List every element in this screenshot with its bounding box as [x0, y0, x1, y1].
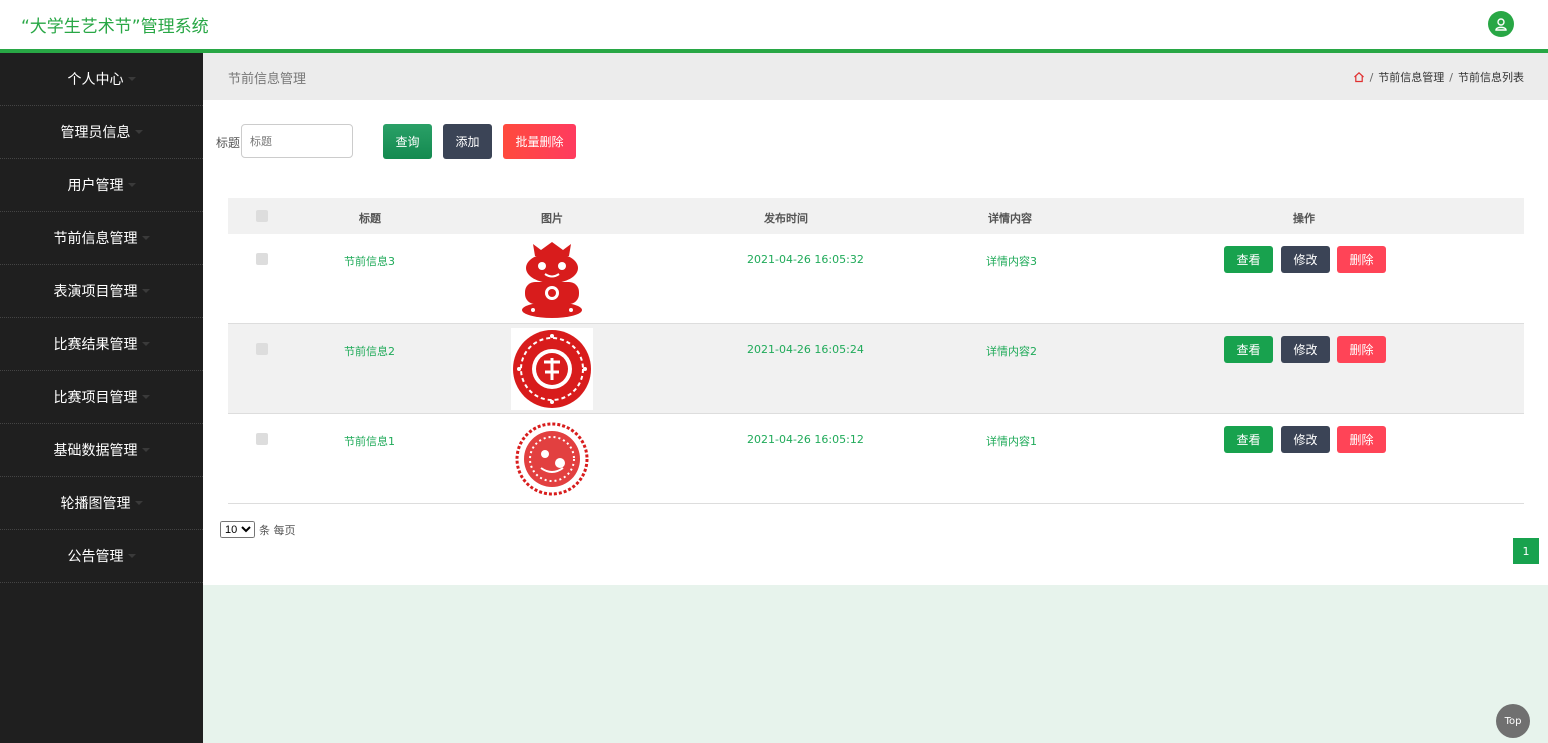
row-publish-time: 2021-04-26 16:05:24: [747, 343, 864, 356]
column-header-time: 发布时间: [764, 212, 808, 225]
sidebar-item-announcements[interactable]: 公告管理: [0, 530, 203, 583]
column-header-actions: 操作: [1293, 212, 1315, 225]
sidebar-item-contest-items[interactable]: 比赛项目管理: [0, 371, 203, 424]
row-title: 节前信息3: [344, 255, 395, 268]
column-header-title: 标题: [359, 212, 381, 225]
row-detail: 详情内容2: [986, 345, 1037, 358]
column-header-image: 图片: [541, 212, 563, 225]
table-row: 节前信息3 2021-04-26 16:05:32 详情内容3 查看 修改 删除: [228, 234, 1524, 324]
search-input[interactable]: [241, 124, 353, 158]
row-publish-time: 2021-04-26 16:05:32: [747, 253, 864, 266]
page-size-suffix: 条 每页: [259, 523, 296, 537]
content-panel: 节前信息管理 / 节前信息管理 / 节前信息列表 标题 查询 添加 批量删除 标…: [203, 53, 1548, 585]
view-button[interactable]: 查看: [1224, 336, 1273, 363]
sidebar-item-carousel[interactable]: 轮播图管理: [0, 477, 203, 530]
search-label: 标题: [216, 136, 241, 150]
user-icon: [1495, 18, 1507, 31]
user-avatar[interactable]: [1488, 11, 1514, 37]
row-publish-time: 2021-04-26 16:05:12: [747, 433, 864, 446]
sidebar-item-contest-results[interactable]: 比赛结果管理: [0, 318, 203, 371]
sidebar-item-base-data[interactable]: 基础数据管理: [0, 424, 203, 477]
breadcrumb-bar: 节前信息管理 / 节前信息管理 / 节前信息列表: [203, 53, 1548, 100]
main-area: 节前信息管理 / 节前信息管理 / 节前信息列表 标题 查询 添加 批量删除 标…: [203, 53, 1548, 743]
paper-cut-image: [511, 238, 593, 320]
row-checkbox[interactable]: [256, 343, 268, 355]
sidebar-item-personal-center[interactable]: 个人中心: [0, 53, 203, 106]
caret-down-icon: [141, 342, 150, 346]
row-title: 节前信息1: [344, 435, 395, 448]
table-row: 节前信息2 2021-04-26 16:05:24 详情内容2 查看 修改 删除: [228, 324, 1524, 414]
delete-button[interactable]: 删除: [1337, 426, 1386, 453]
caret-down-icon: [134, 501, 143, 505]
breadcrumb-separator: /: [1449, 70, 1453, 84]
breadcrumb: / 节前信息管理 / 节前信息列表: [1353, 69, 1524, 85]
app-title: “大学生艺术节”管理系统: [21, 17, 209, 37]
query-button[interactable]: 查询: [383, 124, 432, 159]
caret-down-icon: [141, 395, 150, 399]
delete-button[interactable]: 删除: [1337, 336, 1386, 363]
data-table: 标题 图片 发布时间 详情内容 操作 节前信息3 2021-04-26 16:0…: [228, 198, 1524, 504]
page-title: 节前信息管理: [228, 72, 307, 87]
row-title: 节前信息2: [344, 345, 395, 358]
paper-cut-image: [511, 418, 593, 500]
select-all-checkbox[interactable]: [256, 210, 268, 222]
breadcrumb-item[interactable]: 节前信息管理: [1378, 69, 1444, 85]
caret-down-icon: [134, 130, 143, 134]
edit-button[interactable]: 修改: [1281, 246, 1330, 273]
breadcrumb-separator: /: [1369, 70, 1374, 84]
view-button[interactable]: 查看: [1224, 246, 1273, 273]
batch-delete-button[interactable]: 批量删除: [503, 124, 576, 159]
page-size-control: 10 条 每页: [220, 521, 296, 538]
sidebar-item-performance[interactable]: 表演项目管理: [0, 265, 203, 318]
sidebar-item-user-management[interactable]: 用户管理: [0, 159, 203, 212]
edit-button[interactable]: 修改: [1281, 336, 1330, 363]
table-row: 节前信息1 2021-04-26 16:05:12 详情内容1 查看 修改 删除: [228, 414, 1524, 504]
row-detail: 详情内容1: [986, 435, 1037, 448]
row-checkbox[interactable]: [256, 433, 268, 445]
column-header-detail: 详情内容: [988, 212, 1032, 225]
add-button[interactable]: 添加: [443, 124, 492, 159]
back-to-top-button[interactable]: Top: [1496, 704, 1530, 738]
view-button[interactable]: 查看: [1224, 426, 1273, 453]
delete-button[interactable]: 删除: [1337, 246, 1386, 273]
sidebar-item-festival-info[interactable]: 节前信息管理: [0, 212, 203, 265]
caret-down-icon: [127, 77, 136, 81]
sidebar: 个人中心 管理员信息 用户管理 节前信息管理 表演项目管理 比赛结果管理 比赛项…: [0, 53, 203, 743]
caret-down-icon: [141, 289, 150, 293]
top-bar: “大学生艺术节”管理系统: [0, 0, 1548, 53]
page-size-select[interactable]: 10: [220, 521, 255, 538]
edit-button[interactable]: 修改: [1281, 426, 1330, 453]
caret-down-icon: [141, 236, 150, 240]
breadcrumb-item: 节前信息列表: [1458, 71, 1524, 84]
table-header: 标题 图片 发布时间 详情内容 操作: [228, 198, 1524, 234]
caret-down-icon: [141, 448, 150, 452]
row-detail: 详情内容3: [986, 255, 1037, 268]
row-checkbox[interactable]: [256, 253, 268, 265]
sidebar-item-admin-info[interactable]: 管理员信息: [0, 106, 203, 159]
caret-down-icon: [127, 554, 136, 558]
pagination-page-1[interactable]: 1: [1513, 538, 1539, 564]
caret-down-icon: [127, 183, 136, 187]
home-icon[interactable]: [1353, 71, 1365, 83]
paper-cut-image: [511, 328, 593, 410]
